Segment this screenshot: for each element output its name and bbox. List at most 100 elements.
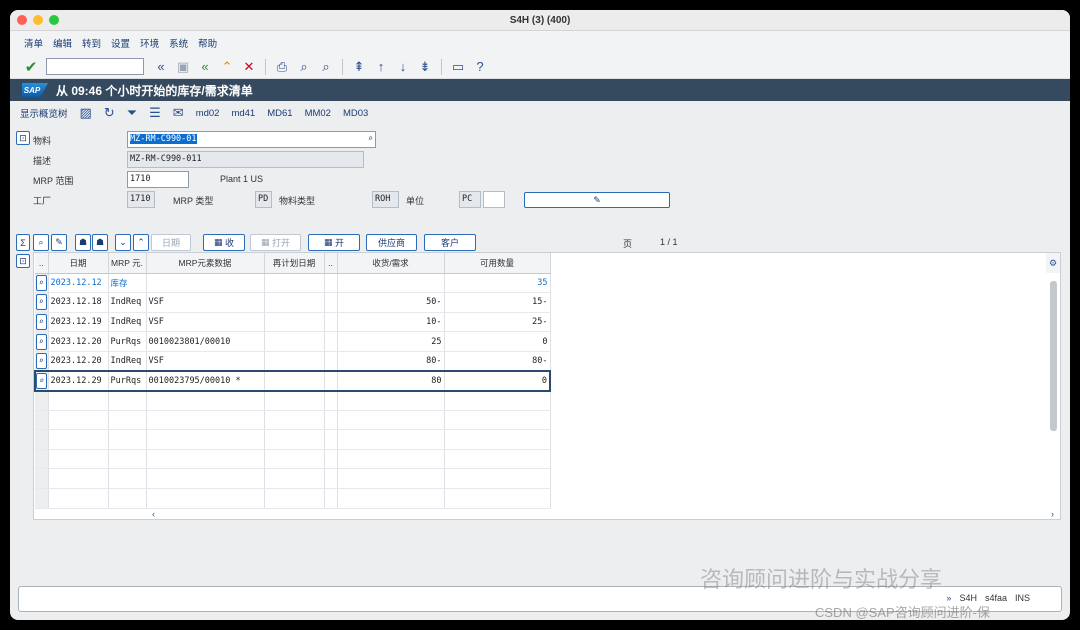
group-icon[interactable]: ☗ [92, 234, 108, 251]
back-icon[interactable]: « [196, 58, 214, 76]
menu-item-system[interactable]: 系统 [169, 36, 188, 50]
expand-all-icon[interactable]: ⌄ [115, 234, 131, 251]
material-field[interactable]: MZ-RM-C990-01 ⌕ [127, 131, 376, 148]
zoom-icon[interactable]: ⌕ [35, 294, 47, 311]
cell-avail: 0 [444, 331, 551, 352]
last-page-icon[interactable]: ⇟ [416, 58, 434, 76]
header-toggle-icon[interactable]: ⊡ [16, 131, 30, 145]
col-header-select[interactable]: .. [35, 253, 49, 274]
table-row[interactable]: ⌕ 2023.12.18 IndReq VSF 50- 15- [35, 292, 551, 313]
tcode-mm02-button[interactable]: MM02 [305, 108, 331, 119]
col-header-receipt-requirement[interactable]: 收货/需求 [337, 253, 445, 274]
menu-item-environment[interactable]: 环境 [140, 36, 159, 50]
maximize-window-button[interactable] [49, 15, 59, 25]
cancel-icon[interactable]: ✕ [240, 58, 258, 76]
cell-date: 2023.12.20 [48, 351, 109, 372]
tcode-md61-button[interactable]: MD61 [267, 108, 292, 119]
table-row[interactable]: ⌕ 2023.12.20 PurRqs 0010023801/00010 25 0 [35, 331, 551, 352]
standard-toolbar: ✔ « ▣ « ⌃ ✕ ⎙ ⌕ ⌕ ⇞ ↑ ↓ ⇟ ▭ ? [10, 55, 1070, 79]
toolbar-separator [265, 58, 266, 75]
people-icon[interactable]: ☗ [75, 234, 91, 251]
menu-item-list[interactable]: 清单 [24, 36, 43, 50]
show-overview-tree-button[interactable]: 显示概览树 [20, 106, 68, 120]
exit-icon[interactable]: ⌃ [218, 58, 236, 76]
new-session-icon[interactable]: ▭ [449, 58, 467, 76]
vertical-scrollbar[interactable] [1050, 281, 1057, 431]
close-window-button[interactable] [17, 15, 27, 25]
menu-item-help[interactable]: 帮助 [198, 36, 217, 50]
enter-check-icon[interactable]: ✔ [22, 58, 40, 76]
empty-cell [264, 468, 325, 490]
command-field[interactable] [46, 58, 144, 75]
sum-icon[interactable]: Σ [16, 234, 30, 251]
col-header-mrp-element[interactable]: MRP 元. [108, 253, 147, 274]
col-header-date[interactable]: 日期 [48, 253, 109, 274]
mail-icon[interactable]: ✉ [173, 105, 184, 121]
empty-cell [324, 429, 338, 450]
grid-settings-icon[interactable]: ⊡ [16, 254, 30, 268]
menu-item-goto[interactable]: 转到 [82, 36, 101, 50]
open2-button[interactable]: ▦ 开 [308, 234, 360, 251]
image-icon[interactable]: ▨ [80, 105, 92, 121]
next-page-icon[interactable]: ↓ [394, 58, 412, 76]
cell-date: 2023.12.19 [48, 312, 109, 333]
column-settings-icon[interactable]: ⚙ [1046, 253, 1060, 273]
zoom-icon[interactable]: ⌕ [35, 313, 47, 330]
document-icon[interactable]: ☰ [149, 105, 161, 121]
col-header-mrp-element-data[interactable]: MRP元素数据 [146, 253, 265, 274]
binoculars-icon[interactable]: ⌕ [33, 234, 49, 251]
save-icon[interactable]: ▣ [174, 58, 192, 76]
search-help-icon[interactable]: ⌕ [368, 132, 373, 147]
minimize-window-button[interactable] [33, 15, 43, 25]
find-next-icon[interactable]: ⌕ [317, 58, 335, 76]
find-icon[interactable]: ⌕ [295, 58, 313, 76]
col-header-exception[interactable]: .. [324, 253, 338, 274]
command-history-icon[interactable]: « [152, 58, 170, 76]
empty-cell [48, 488, 109, 509]
table-row[interactable]: ⌕ 2023.12.12 库存 35 [35, 273, 551, 294]
calendar-disabled-icon: ▦ [260, 237, 272, 247]
collapse-all-icon[interactable]: ⌃ [133, 234, 149, 251]
row-details-button[interactable]: ⌕ [34, 369, 49, 392]
col-header-available-qty[interactable]: 可用数量 [444, 253, 551, 274]
refresh-icon[interactable]: ↻ [104, 105, 115, 121]
cell-elem: IndReq [108, 351, 147, 372]
zoom-icon[interactable]: ⌕ [35, 333, 47, 350]
col-header-reschedule-date[interactable]: 再计划日期 [264, 253, 325, 274]
filter-icon[interactable]: ⏷ [127, 105, 137, 121]
menu-item-settings[interactable]: 设置 [111, 36, 130, 50]
vendor-button[interactable]: 供应商 [366, 234, 417, 251]
row-details-button[interactable]: ⌕ [35, 351, 49, 372]
scroll-left-icon[interactable]: ‹ [152, 509, 155, 519]
open-button[interactable]: ▦ 打开 [250, 234, 301, 251]
row-details-button[interactable]: ⌕ [35, 331, 49, 352]
help-icon[interactable]: ? [471, 58, 489, 76]
zoom-icon[interactable]: ⌕ [35, 274, 47, 291]
scroll-right-icon[interactable]: › [1051, 509, 1054, 519]
row-details-button[interactable]: ⌕ [35, 292, 49, 313]
mrp-area-field[interactable]: 1710 [127, 171, 189, 188]
row-details-button[interactable]: ⌕ [35, 273, 49, 294]
tcode-md41-button[interactable]: md41 [231, 108, 255, 119]
previous-page-icon[interactable]: ↑ [372, 58, 390, 76]
receipt-button[interactable]: ▦ 收 [203, 234, 245, 251]
table-row[interactable]: ⌕ 2023.12.19 IndReq VSF 10- 25- [35, 312, 551, 333]
empty-cell [146, 410, 265, 431]
first-page-icon[interactable]: ⇞ [350, 58, 368, 76]
tcode-md03-button[interactable]: MD03 [343, 108, 368, 119]
row-details-button[interactable]: ⌕ [35, 312, 49, 333]
material-label: 物料 [33, 136, 52, 146]
customer-button[interactable]: 客户 [424, 234, 476, 251]
table-row[interactable]: ⌕ 2023.12.20 IndReq VSF 80- 80- [35, 351, 551, 372]
print-icon[interactable]: ⎙ [273, 58, 291, 76]
pencil-icon[interactable]: ✎ [51, 234, 67, 251]
menu-item-edit[interactable]: 编辑 [53, 36, 72, 50]
insert-mode: INS [1014, 593, 1030, 603]
zoom-icon[interactable]: ⌕ [35, 352, 47, 369]
date-button[interactable]: 日期 [151, 234, 191, 251]
zoom-icon[interactable]: ⌕ [37, 372, 47, 389]
header-details-button[interactable]: ✎ [524, 192, 670, 208]
tcode-md02-button[interactable]: md02 [196, 108, 220, 119]
table-row[interactable]: ⌕ 2023.12.29 PurRqs 0010023795/00010 * 80 0 [34, 369, 551, 392]
empty-cell [48, 449, 109, 470]
